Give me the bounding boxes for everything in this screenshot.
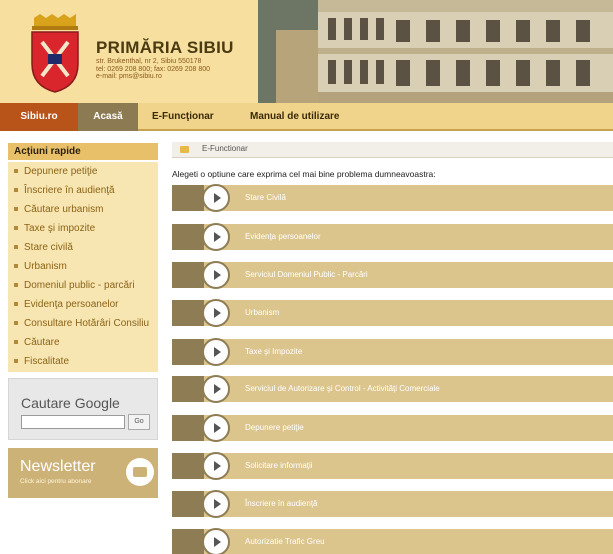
play-arrow-icon [202, 299, 230, 327]
folder-icon [180, 146, 189, 153]
newsletter-subtitle: Click aici pentru abonare [20, 478, 92, 485]
main-nav: Sibiu.ro Acasă E-Funcţionar Manual de ut… [0, 103, 613, 131]
nav-manual-utilizare[interactable]: Manual de utilizare [250, 103, 339, 131]
site-title: PRIMĂRIA SIBIU [96, 38, 234, 57]
bullet-icon [14, 302, 18, 307]
bullet-icon [14, 226, 18, 231]
sidebar-item-stare-civila[interactable]: Stare civilă [8, 238, 158, 257]
option-taxe-impozite[interactable]: Taxe şi Impozite [172, 338, 613, 366]
intro-text: Alegeti o optiune care exprima cel mai b… [172, 169, 436, 179]
play-arrow-icon [202, 338, 230, 366]
bullet-icon [14, 359, 18, 364]
sidebar-item-cautare-urbanism[interactable]: Căutare urbanism [8, 200, 158, 219]
bullet-icon [14, 321, 18, 326]
bullet-icon [14, 283, 18, 288]
option-autorizatie-trafic-greu[interactable]: Autorizatie Trafic Greu [172, 528, 613, 554]
sidebar-item-evidenta-persoanelor[interactable]: Evidenţa persoanelor [8, 295, 158, 314]
play-arrow-icon [202, 414, 230, 442]
bullet-icon [14, 188, 18, 193]
option-label: Serviciul de Autorizare şi Control - Act… [245, 384, 440, 393]
bullet-icon [14, 245, 18, 250]
play-arrow-icon [202, 452, 230, 480]
option-label: Stare Civilă [245, 193, 286, 202]
bullet-icon [14, 264, 18, 269]
breadcrumb: E-Functionar [202, 144, 248, 153]
envelope-icon [126, 458, 154, 486]
option-urbanism[interactable]: Urbanism [172, 299, 613, 327]
play-arrow-icon [202, 261, 230, 289]
sidebar-item-consultare-hotarari[interactable]: Consultare Hotărâri Consiliu [8, 314, 158, 333]
google-search-title: Cautare Google [21, 395, 120, 411]
bullet-icon [14, 207, 18, 212]
address-text: str. Brukenthal, nr 2, Sibiu 550178 [96, 58, 202, 65]
bullet-icon [14, 340, 18, 345]
play-arrow-icon [202, 375, 230, 403]
newsletter-title: Newsletter [20, 458, 96, 475]
sidebar-item-domeniul-public[interactable]: Domeniul public - parcări [8, 276, 158, 295]
option-label: Depunere petiţie [245, 423, 304, 432]
sidebar-item-taxe-impozite[interactable]: Taxe şi impozite [8, 219, 158, 238]
email-text: e-mail: pms@sibiu.ro [96, 73, 162, 80]
city-crest-icon [31, 14, 79, 93]
option-label: Evidenţa persoanelor [245, 232, 321, 241]
sidebar-item-fiscalitate[interactable]: Fiscalitate [8, 352, 158, 371]
option-label: Urbanism [245, 308, 280, 317]
option-depunere-petitie[interactable]: Depunere petiţie [172, 414, 613, 442]
nav-e-functionar[interactable]: E-Funcţionar [152, 103, 214, 131]
nav-sibiu-ro[interactable]: Sibiu.ro [0, 103, 78, 131]
option-solicitare-informatii[interactable]: Solicitare informaţii [172, 452, 613, 480]
option-domeniul-public-parcari[interactable]: Serviciul Domeniul Public - Parcări [172, 261, 613, 289]
option-autorizare-control[interactable]: Serviciul de Autorizare şi Control - Act… [172, 375, 613, 403]
option-label: Serviciul Domeniul Public - Parcări [245, 270, 368, 279]
site-header: PRIMĂRIA SIBIU str. Brukenthal, nr 2, Si… [0, 0, 613, 103]
play-arrow-icon [202, 528, 230, 554]
play-arrow-icon [202, 223, 230, 251]
option-inscriere-audienta[interactable]: Înscriere în audienţă [172, 490, 613, 518]
quick-actions-list: Depunere petiţie Înscriere în audienţă C… [8, 162, 158, 372]
brand-block: PRIMĂRIA SIBIU str. Brukenthal, nr 2, Si… [96, 38, 234, 81]
option-evidenta-persoanelor[interactable]: Evidenţa persoanelor [172, 223, 613, 251]
option-label: Înscriere în audienţă [245, 499, 318, 508]
play-arrow-icon [202, 490, 230, 518]
option-label: Solicitare informaţii [245, 461, 313, 470]
newsletter-banner[interactable]: Newsletter Click aici pentru abonare [8, 448, 158, 498]
city-hall-photo [258, 0, 613, 103]
option-label: Autorizatie Trafic Greu [245, 537, 325, 546]
phone-text: tel: 0269 208 800; fax: 0269 208 800 [96, 65, 211, 73]
option-stare-civila[interactable]: Stare Civilă [172, 184, 613, 212]
sidebar-item-inscriere-audienta[interactable]: Înscriere în audienţă [8, 181, 158, 200]
google-search-input[interactable] [21, 415, 125, 429]
play-arrow-icon [202, 184, 230, 212]
nav-acasa[interactable]: Acasă [78, 103, 138, 131]
sidebar-item-cautare[interactable]: Căutare [8, 333, 158, 352]
sidebar-item-depunere-petitie[interactable]: Depunere petiţie [8, 162, 158, 181]
option-label: Taxe şi Impozite [245, 347, 303, 356]
google-search-box: Cautare Google Go [8, 378, 158, 440]
quick-actions-title: Acţiuni rapide [8, 143, 158, 160]
breadcrumb-bar: E-Functionar [172, 142, 613, 158]
bullet-icon [14, 169, 18, 174]
google-go-button[interactable]: Go [128, 414, 150, 430]
sidebar-item-urbanism[interactable]: Urbanism [8, 257, 158, 276]
